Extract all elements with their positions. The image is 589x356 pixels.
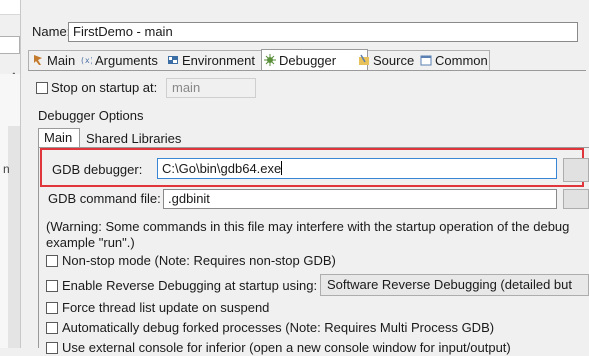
auto-debug-forked-label: Automatically debug forked processes (No… [62, 320, 495, 335]
warning-text-continued: example "run".) [46, 235, 135, 250]
warning-text: (Warning: Some commands in this file may… [46, 219, 570, 234]
svg-text:(x)=: (x)= [80, 56, 92, 65]
gdb-command-file-browse-button[interactable] [563, 189, 589, 209]
reverse-debugging-select[interactable]: Software Reverse Debugging (detailed but [320, 274, 589, 296]
force-thread-update-label: Force thread list update on suspend [62, 300, 270, 315]
subtab-main[interactable]: Main [38, 128, 80, 147]
auto-debug-forked-checkbox[interactable] [46, 322, 58, 334]
force-thread-update-checkbox[interactable] [46, 302, 58, 314]
reverse-debugging-checkbox[interactable] [46, 280, 58, 292]
stop-on-startup-field[interactable]: main [166, 78, 256, 98]
main-icon [34, 55, 42, 65]
common-icon [420, 55, 432, 66]
source-icon [359, 54, 369, 65]
non-stop-mode-label: Non-stop mode (Note: Requires non-stop G… [62, 253, 336, 268]
debugger-options-heading: Debugger Options [38, 108, 144, 123]
gdb-debugger-field[interactable]: C:\Go\bin\gdb64.exe [157, 158, 557, 179]
stop-on-startup-checkbox[interactable] [36, 82, 48, 94]
left-filter-field[interactable] [0, 36, 20, 54]
gdb-command-file-label: GDB command file: [48, 191, 161, 206]
tab-arguments[interactable]: (x)=Arguments [80, 52, 158, 70]
subtab-shared-libraries[interactable]: Shared Libraries [86, 131, 181, 147]
gdb-debugger-browse-button[interactable] [563, 158, 589, 182]
reverse-debugging-label: Enable Reverse Debugging at startup usin… [62, 278, 318, 293]
left-list-top [0, 0, 20, 15]
external-console-checkbox[interactable] [46, 342, 58, 354]
non-stop-mode-checkbox[interactable] [46, 255, 58, 267]
tab-main[interactable]: Main [32, 52, 75, 70]
tab-debugger[interactable]: Debugger [264, 52, 336, 70]
tab-source[interactable]: Source [358, 52, 414, 70]
stop-on-startup-label: Stop on startup at: [51, 80, 158, 95]
tab-common[interactable]: Common [420, 52, 488, 70]
external-console-label: Use external console for inferior (open … [62, 340, 511, 355]
name-label: Name: [32, 24, 71, 39]
gdb-command-file-field[interactable]: .gdbinit [163, 189, 557, 209]
left-scrollbar[interactable] [8, 126, 20, 348]
left-text-fragment: n [3, 162, 10, 176]
tab-environment[interactable]: Environment [167, 52, 255, 70]
name-field[interactable]: FirstDemo - main [68, 22, 578, 42]
environment-icon [168, 56, 178, 64]
debugger-icon [264, 54, 276, 66]
gdb-debugger-label: GDB debugger: [52, 162, 143, 177]
arguments-icon: (x)= [80, 56, 92, 65]
tab-divider [28, 70, 586, 71]
text-cursor [281, 161, 283, 175]
